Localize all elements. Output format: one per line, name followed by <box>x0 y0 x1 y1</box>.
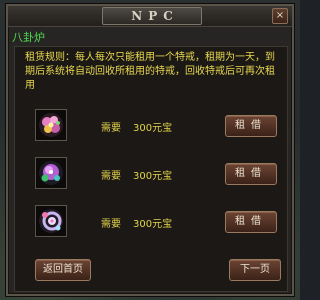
lavender-spiral-ring-icon <box>39 209 63 233</box>
price-label: 需要 <box>101 171 121 182</box>
npc-name: 八卦炉 <box>12 31 45 44</box>
rental-item-row: 需要 300元宝 租借 <box>15 205 287 239</box>
rent-button[interactable]: 租借 <box>225 163 277 185</box>
window-title: NPC <box>131 9 179 23</box>
close-button[interactable]: × <box>272 8 288 24</box>
title-plate: NPC <box>102 7 202 25</box>
back-to-home-button[interactable]: 返回首页 <box>35 259 91 281</box>
content-area: 租赁规则：每人每次只能租用一个特戒，租期为一天，到期后系统将自动回收所租用的特戒… <box>14 46 288 292</box>
price-value: 300元宝 <box>133 123 173 134</box>
rental-item-row: 需要 300元宝 租借 <box>15 157 287 191</box>
price-value: 300元宝 <box>133 219 173 230</box>
pink-flower-ring-icon <box>39 113 63 137</box>
item-slot[interactable] <box>35 157 67 189</box>
title-bar[interactable]: NPC × <box>8 6 292 27</box>
rental-item-row: 需要 300元宝 租借 <box>15 109 287 143</box>
next-page-button[interactable]: 下一页 <box>229 259 281 281</box>
rental-rules-text: 租赁规则：每人每次只能租用一个特戒，租期为一天，到期后系统将自动回收所租用的特戒… <box>25 52 275 91</box>
rent-button[interactable]: 租借 <box>225 115 277 137</box>
price-value: 300元宝 <box>133 171 173 182</box>
npc-dialog: NPC × 八卦炉 租赁规则：每人每次只能租用一个特戒，租期为一天，到期后系统将… <box>6 4 294 296</box>
price-label: 需要 <box>101 219 121 230</box>
purple-green-ring-icon <box>39 161 63 185</box>
price-label: 需要 <box>101 123 121 134</box>
item-slot[interactable] <box>35 205 67 237</box>
item-slot[interactable] <box>35 109 67 141</box>
rent-button[interactable]: 租借 <box>225 211 277 233</box>
